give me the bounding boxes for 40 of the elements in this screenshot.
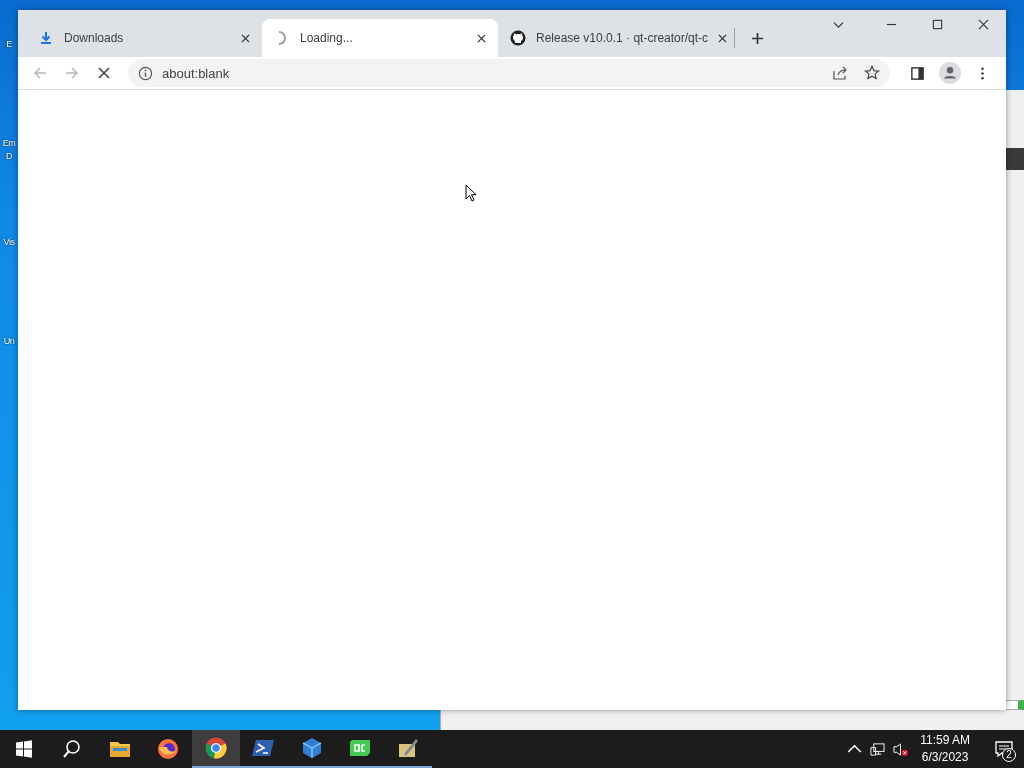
chrome-icon	[204, 736, 228, 760]
time-text: 11:59 AM	[920, 732, 970, 749]
clock[interactable]: 11:59 AM 6/3/2023	[920, 732, 970, 766]
search-icon[interactable]	[62, 739, 82, 759]
date-text: 6/3/2023	[921, 749, 969, 766]
close-icon[interactable]	[477, 33, 486, 43]
share-icon[interactable]	[832, 65, 848, 81]
browser-tab[interactable]: Release v10.0.1 · qt-creator/qt-c	[498, 19, 734, 57]
notification-button[interactable]: 2	[984, 730, 1024, 768]
url-text: about:blank	[162, 65, 230, 81]
address-bar[interactable]: about:blank	[128, 59, 890, 87]
message-icon	[994, 739, 1014, 759]
star-icon[interactable]	[864, 65, 880, 81]
info-icon	[138, 65, 153, 81]
desktop-icon-label[interactable]: D	[6, 150, 12, 163]
close-icon[interactable]	[241, 33, 250, 43]
stop-icon[interactable]	[96, 65, 112, 81]
close-icon[interactable]	[978, 19, 989, 30]
browser-tab[interactable]: Loading...	[262, 19, 498, 57]
windows-logo-icon[interactable]	[14, 739, 34, 759]
notification-count: 2	[1002, 748, 1016, 762]
desktop-icon-label[interactable]: Em	[2, 137, 16, 150]
maximize-icon[interactable]	[932, 19, 943, 30]
desktop-icon-label[interactable]: E	[6, 38, 12, 51]
profile-icon[interactable]	[939, 62, 961, 84]
speaker-muted-icon[interactable]	[893, 741, 909, 757]
brush-folder-icon	[396, 736, 420, 760]
cube-icon	[300, 736, 324, 760]
taskbar-app[interactable]	[192, 730, 240, 768]
side-panel-icon[interactable]	[910, 65, 925, 81]
close-icon[interactable]	[718, 33, 728, 43]
spinner-icon	[278, 31, 286, 45]
plus-icon[interactable]	[751, 32, 764, 45]
network-icon[interactable]	[870, 741, 886, 757]
chevron-down-icon[interactable]	[833, 19, 844, 30]
browser-tab[interactable]: Downloads	[26, 19, 262, 57]
desktop-icon-label[interactable]: Vis	[3, 236, 15, 249]
mouse-cursor-icon	[465, 184, 477, 202]
fox-globe-icon	[156, 737, 180, 761]
download-icon	[38, 30, 54, 46]
